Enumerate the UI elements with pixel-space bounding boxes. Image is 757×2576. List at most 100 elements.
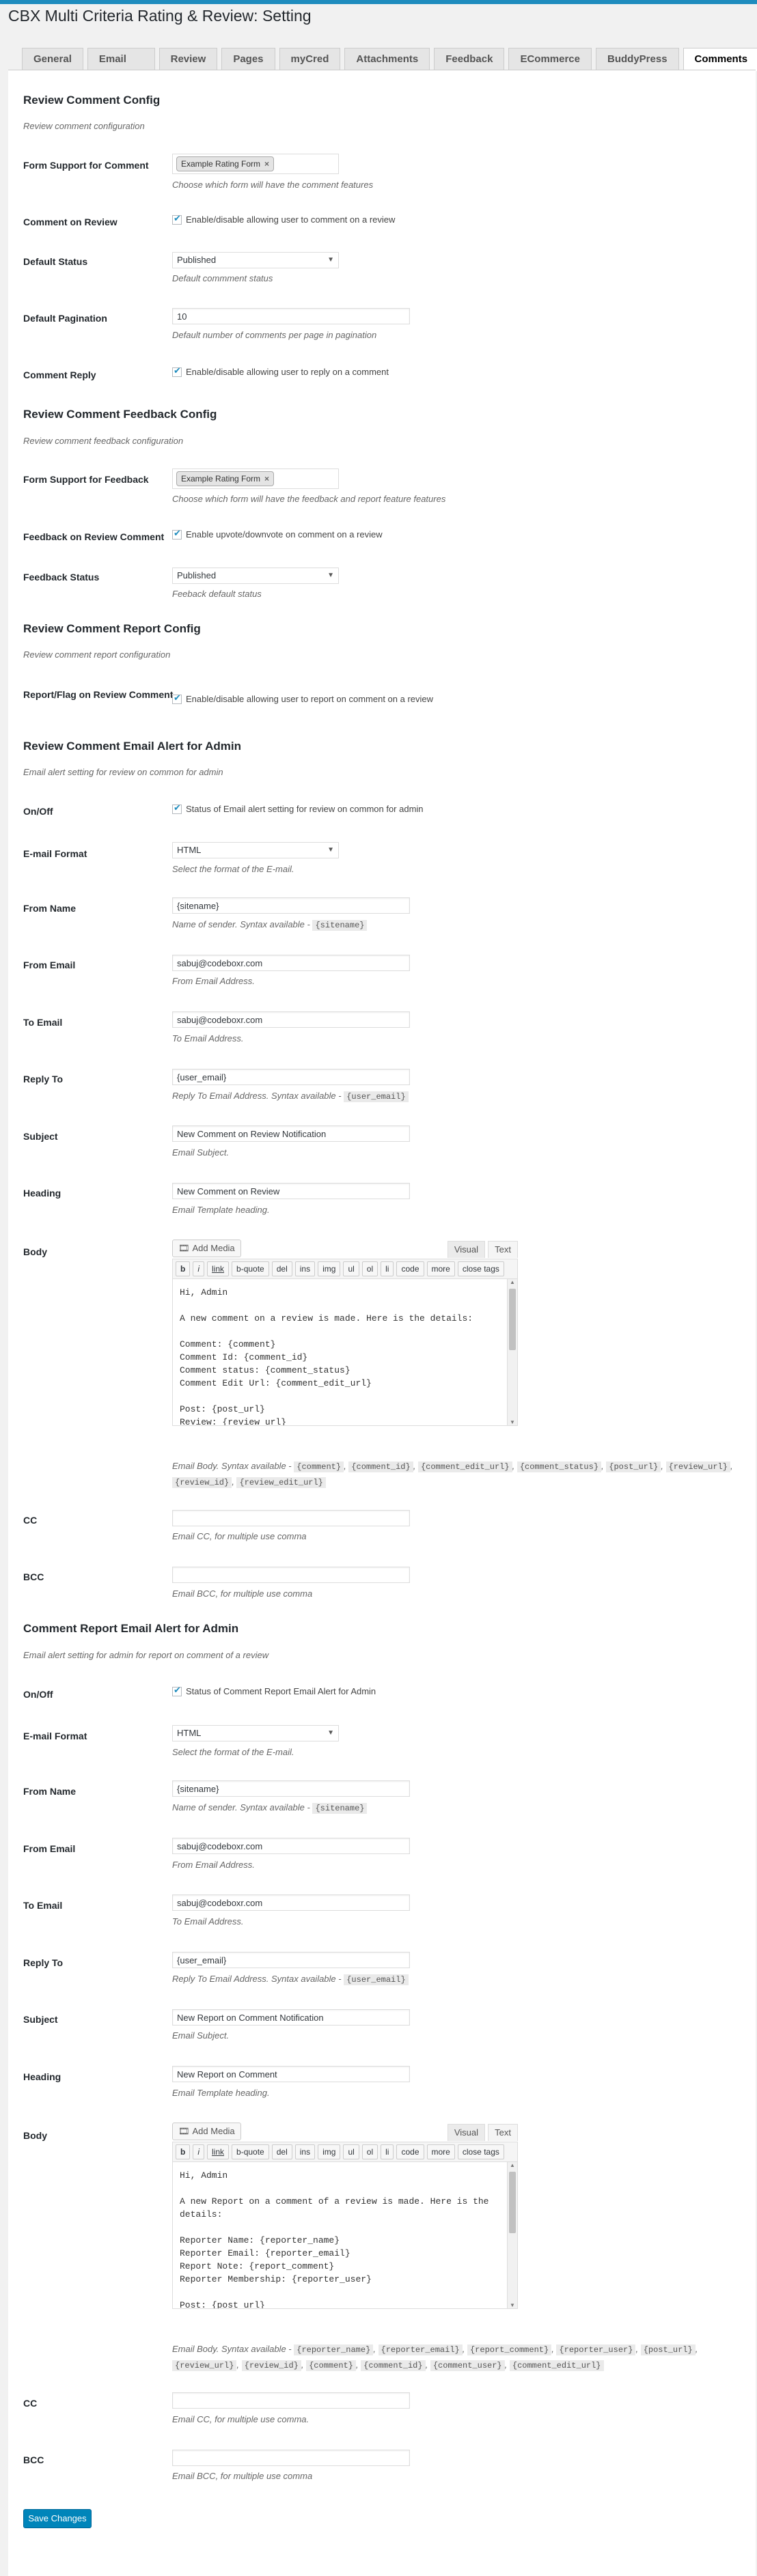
comment-on-review-checkbox[interactable]: Enable/disable allowing user to comment … — [172, 213, 395, 225]
blockquote-button[interactable]: b-quote — [232, 2144, 269, 2159]
tab-attachments[interactable]: Attachments — [344, 48, 430, 70]
report-body-textarea[interactable]: Hi, Admin A new Report on a comment of a… — [172, 2162, 518, 2309]
scroll-thumb[interactable] — [509, 1289, 516, 1350]
from-name-input[interactable]: {sitename} — [172, 897, 410, 914]
heading-input[interactable]: New Comment on Review — [172, 1183, 410, 1199]
selected-form-chip: Example Rating Form × — [176, 156, 275, 171]
select-value: Published — [177, 255, 217, 265]
italic-button[interactable]: i — [193, 2144, 205, 2159]
comment-reply-checkbox[interactable]: Enable/disable allowing user to reply on… — [172, 365, 389, 377]
report-from-email-input[interactable]: sabuj@codeboxr.com — [172, 1838, 410, 1854]
add-media-button[interactable]: 🎞 Add Media — [172, 2123, 241, 2140]
report-reply-to-label: Reply To — [23, 1957, 64, 1968]
email-onoff-checkbox[interactable]: Status of Email alert setting for review… — [172, 802, 424, 814]
report-heading-input[interactable]: New Report on Comment — [172, 2066, 410, 2082]
tab-ecommerce[interactable]: ECommerce — [508, 48, 592, 70]
from-email-input[interactable]: sabuj@codeboxr.com — [172, 955, 410, 971]
ul-button[interactable]: ul — [343, 2144, 359, 2159]
more-button[interactable]: more — [426, 1261, 455, 1276]
close-tags-button[interactable]: close tags — [457, 2144, 504, 2159]
li-button[interactable]: li — [381, 2144, 394, 2159]
syntax-code: {comment} — [306, 2360, 356, 2371]
report-from-name-input[interactable]: {sitename} — [172, 1780, 410, 1797]
save-changes-button[interactable]: Save Changes — [23, 2509, 92, 2528]
checkbox-checked-icon[interactable] — [172, 692, 182, 704]
checkbox-checked-icon[interactable] — [172, 1685, 182, 1696]
tab-general[interactable]: General — [22, 48, 83, 70]
checkbox-checked-icon[interactable] — [172, 213, 182, 225]
link-button[interactable]: link — [207, 1261, 230, 1276]
default-status-select[interactable]: Published ▼ — [172, 252, 339, 268]
tab-mycred[interactable]: myCred — [279, 48, 341, 70]
visual-tab[interactable]: Visual — [447, 2124, 485, 2141]
section-description: Email alert setting for review on common… — [23, 767, 223, 777]
more-button[interactable]: more — [426, 2144, 455, 2159]
email-format-select[interactable]: HTML ▼ — [172, 842, 339, 858]
subject-desc: Email Subject. — [172, 1147, 230, 1158]
visual-tab[interactable]: Visual — [447, 1241, 485, 1258]
report-subject-input[interactable]: New Report on Comment Notification — [172, 2009, 410, 2026]
ol-button[interactable]: ol — [361, 2144, 378, 2159]
bold-button[interactable]: b — [176, 1261, 191, 1276]
blockquote-button[interactable]: b-quote — [232, 1261, 269, 1276]
italic-button[interactable]: i — [193, 1261, 205, 1276]
report-reply-to-desc: Reply To Email Address. Syntax available… — [172, 1974, 409, 1985]
checkbox-checked-icon[interactable] — [172, 365, 182, 377]
report-onoff-checkbox[interactable]: Status of Comment Report Email Alert for… — [172, 1685, 376, 1696]
tab-email-template[interactable]: Email Template — [87, 48, 155, 86]
ol-button[interactable]: ol — [361, 1261, 378, 1276]
desc-text: Name of sender. Syntax available - — [172, 919, 310, 929]
form-support-select[interactable]: Example Rating Form × — [172, 154, 339, 174]
remove-chip-icon[interactable]: × — [264, 159, 269, 169]
report-reply-to-input[interactable]: {user_email} — [172, 1952, 410, 1968]
img-button[interactable]: img — [318, 2144, 341, 2159]
link-button[interactable]: link — [207, 2144, 230, 2159]
scroll-down-icon[interactable]: ▼ — [510, 2302, 515, 2308]
del-button[interactable]: del — [271, 2144, 292, 2159]
ul-button[interactable]: ul — [343, 1261, 359, 1276]
tab-comments[interactable]: Comments — [683, 48, 757, 71]
report-flag-checkbox[interactable]: Enable/disable allowing user to report o… — [172, 692, 433, 704]
to-email-input[interactable]: sabuj@codeboxr.com — [172, 1011, 410, 1028]
tab-pages-tools[interactable]: Pages & Tools — [221, 48, 275, 107]
report-bcc-input[interactable] — [172, 2450, 410, 2466]
ins-button[interactable]: ins — [294, 2144, 316, 2159]
scroll-down-icon[interactable]: ▼ — [510, 1419, 515, 1425]
close-tags-button[interactable]: close tags — [457, 1261, 504, 1276]
scroll-thumb[interactable] — [509, 2172, 516, 2233]
bold-button[interactable]: b — [176, 2144, 191, 2159]
remove-chip-icon[interactable]: × — [264, 474, 269, 484]
textarea-scrollbar[interactable]: ▲ ▼ — [507, 1279, 517, 1425]
del-button[interactable]: del — [271, 1261, 292, 1276]
feedback-on-review-checkbox[interactable]: Enable upvote/downvote on comment on a r… — [172, 528, 383, 540]
text-tab[interactable]: Text — [488, 1241, 518, 1258]
li-button[interactable]: li — [381, 1261, 394, 1276]
ins-button[interactable]: ins — [294, 1261, 316, 1276]
add-media-button[interactable]: 🎞 Add Media — [172, 1240, 241, 1257]
bcc-input[interactable] — [172, 1567, 410, 1583]
tab-buddypress[interactable]: BuddyPress — [596, 48, 679, 70]
textarea-scrollbar[interactable]: ▲ ▼ — [507, 2162, 517, 2308]
text-tab[interactable]: Text — [488, 2124, 518, 2141]
cc-input[interactable] — [172, 1510, 410, 1526]
tab-feedback[interactable]: Feedback — [434, 48, 505, 70]
scroll-up-icon[interactable]: ▲ — [510, 1279, 515, 1285]
subject-input[interactable]: New Comment on Review Notification — [172, 1125, 410, 1142]
scroll-up-icon[interactable]: ▲ — [510, 2162, 515, 2168]
img-button[interactable]: img — [318, 1261, 341, 1276]
checkbox-checked-icon[interactable] — [172, 802, 182, 814]
body-textarea[interactable]: Hi, Admin A new comment on a review is m… — [172, 1279, 518, 1426]
tab-review-email[interactable]: Review Email — [159, 48, 218, 86]
checkbox-checked-icon[interactable] — [172, 528, 182, 540]
default-pagination-input[interactable]: 10 — [172, 308, 410, 324]
report-email-format-select[interactable]: HTML ▼ — [172, 1725, 339, 1741]
form-support-feedback-select[interactable]: Example Rating Form × — [172, 468, 339, 489]
code-button[interactable]: code — [396, 2144, 424, 2159]
report-to-email-input[interactable]: sabuj@codeboxr.com — [172, 1894, 410, 1911]
report-email-format-desc: Select the format of the E-mail. — [172, 1747, 294, 1757]
report-cc-input[interactable] — [172, 2392, 410, 2409]
reply-to-input[interactable]: {user_email} — [172, 1069, 410, 1085]
desc-text: Email Body. Syntax available - — [172, 1461, 292, 1471]
feedback-status-select[interactable]: Published ▼ — [172, 568, 339, 584]
code-button[interactable]: code — [396, 1261, 424, 1276]
